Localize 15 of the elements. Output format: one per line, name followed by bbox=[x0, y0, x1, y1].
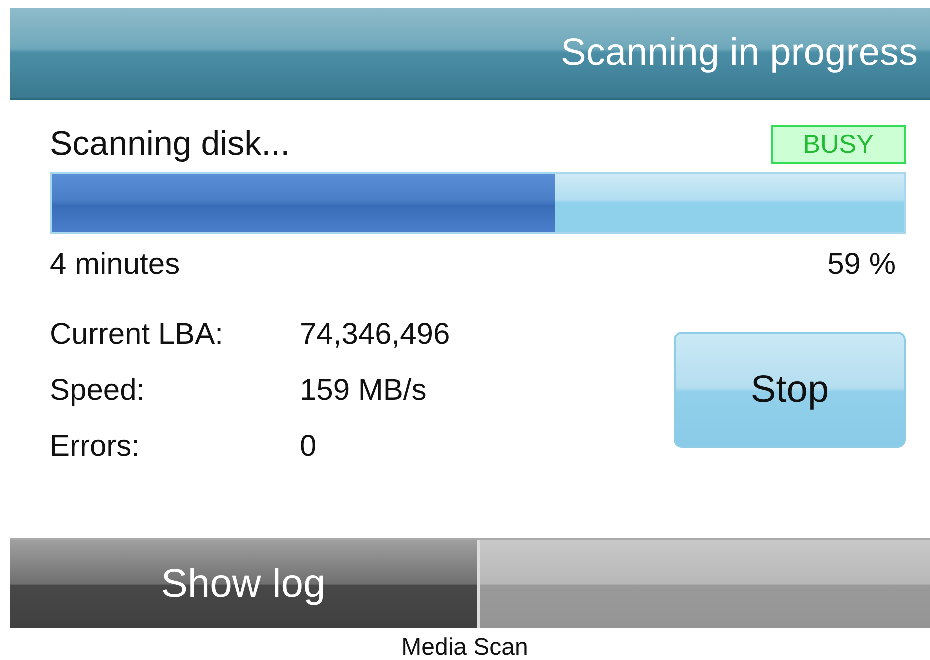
stop-button[interactable]: Stop bbox=[674, 332, 906, 448]
toolbar-button[interactable] bbox=[480, 540, 930, 628]
stat-label: Current LBA: bbox=[50, 318, 224, 352]
stat-value: 0 bbox=[300, 430, 318, 464]
percent-label: 59 % bbox=[828, 248, 896, 282]
stat-label: Errors: bbox=[50, 430, 141, 464]
screen-title: Scanning in progress bbox=[561, 32, 918, 74]
stat-value: 159 MB/s bbox=[300, 374, 428, 408]
time-remaining: 4 minutes bbox=[50, 248, 180, 282]
stat-label: Speed: bbox=[50, 374, 146, 408]
stat-value: 74,346,496 bbox=[300, 318, 450, 352]
caption: Media Scan bbox=[400, 634, 530, 660]
status-badge: BUSY bbox=[771, 124, 906, 164]
show-log-button[interactable]: Show log bbox=[10, 540, 480, 628]
status-text: Scanning disk... bbox=[50, 124, 290, 164]
